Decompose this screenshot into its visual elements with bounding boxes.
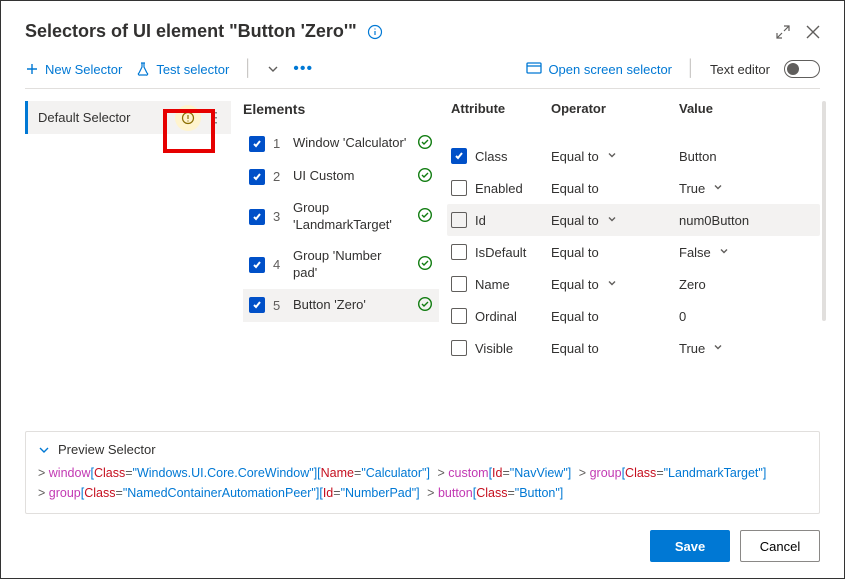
info-icon[interactable] [367, 24, 383, 40]
chevron-down-icon[interactable] [607, 278, 617, 291]
attribute-name: Enabled [475, 181, 523, 196]
selectors-sidebar: Default Selector ⋮ [25, 101, 231, 421]
attribute-row[interactable]: Class Equal to Button [447, 140, 820, 172]
element-label: Group 'Number pad' [293, 248, 409, 282]
element-index: 1 [273, 136, 285, 151]
checkbox[interactable] [451, 308, 467, 324]
toolbar-divider-2: │ [686, 60, 696, 78]
success-icon [417, 255, 433, 274]
attr-header-value: Value [679, 101, 820, 116]
new-selector-button[interactable]: New Selector [25, 62, 122, 77]
save-button[interactable]: Save [650, 530, 730, 562]
attribute-operator[interactable]: Equal to [551, 277, 599, 292]
checkbox[interactable] [451, 212, 467, 228]
preview-selector-body: > window[Class="Windows.UI.Core.CoreWind… [38, 463, 807, 503]
success-icon [417, 167, 433, 186]
attribute-name: Ordinal [475, 309, 517, 324]
element-label: Window 'Calculator' [293, 135, 409, 152]
text-editor-toggle[interactable] [784, 60, 820, 78]
expand-icon[interactable] [776, 25, 790, 39]
checkbox[interactable] [451, 340, 467, 356]
element-label: Group 'LandmarkTarget' [293, 200, 409, 234]
toolbar-divider: │ [243, 60, 253, 78]
success-icon [417, 134, 433, 153]
attribute-row[interactable]: Visible Equal to True [447, 332, 820, 364]
element-index: 2 [273, 169, 285, 184]
element-row[interactable]: 4 Group 'Number pad' [243, 241, 439, 289]
attribute-operator[interactable]: Equal to [551, 181, 599, 196]
checkbox[interactable] [451, 148, 467, 164]
checkbox[interactable] [249, 169, 265, 185]
attribute-row[interactable]: Name Equal to Zero [447, 268, 820, 300]
attribute-row[interactable]: Ordinal Equal to 0 [447, 300, 820, 332]
dialog-title: Selectors of UI element "Button 'Zero'" [25, 21, 357, 42]
element-index: 5 [273, 298, 285, 313]
element-index: 4 [273, 257, 285, 272]
attribute-value[interactable]: 0 [679, 309, 686, 324]
attribute-row[interactable]: Id Equal to num0Button [447, 204, 820, 236]
text-editor-label: Text editor [710, 62, 770, 77]
attribute-name: Id [475, 213, 486, 228]
attr-header-attribute: Attribute [447, 101, 551, 116]
checkbox[interactable] [249, 257, 265, 273]
checkbox[interactable] [451, 180, 467, 196]
attribute-value[interactable]: True [679, 181, 705, 196]
attribute-name: IsDefault [475, 245, 526, 260]
attribute-operator[interactable]: Equal to [551, 213, 599, 228]
kebab-icon[interactable]: ⋮ [209, 109, 223, 126]
test-selector-label: Test selector [156, 62, 229, 77]
open-screen-selector-button[interactable]: Open screen selector [526, 62, 672, 77]
success-icon [417, 296, 433, 315]
element-label: Button 'Zero' [293, 297, 409, 314]
new-selector-label: New Selector [45, 62, 122, 77]
checkbox[interactable] [249, 136, 265, 152]
chevron-down-icon[interactable] [713, 342, 723, 355]
sidebar-item-label: Default Selector [38, 110, 131, 125]
attribute-operator[interactable]: Equal to [551, 245, 599, 260]
chevron-down-icon[interactable] [719, 246, 729, 259]
warning-icon [175, 105, 201, 131]
attribute-value[interactable]: True [679, 341, 705, 356]
sidebar-item-default-selector[interactable]: Default Selector ⋮ [25, 101, 231, 134]
attribute-value[interactable]: False [679, 245, 711, 260]
attribute-operator[interactable]: Equal to [551, 309, 599, 324]
checkbox[interactable] [451, 244, 467, 260]
more-icon[interactable]: ••• [293, 60, 313, 78]
attribute-operator[interactable]: Equal to [551, 341, 599, 356]
chevron-down-icon[interactable] [267, 63, 279, 75]
element-row[interactable]: 5 Button 'Zero' [243, 289, 439, 322]
element-index: 3 [273, 209, 285, 224]
chevron-down-icon[interactable] [713, 182, 723, 195]
element-row[interactable]: 2 UI Custom [243, 160, 439, 193]
attribute-name: Name [475, 277, 510, 292]
attribute-value[interactable]: num0Button [679, 213, 749, 228]
checkbox[interactable] [451, 276, 467, 292]
attribute-name: Class [475, 149, 508, 164]
attribute-operator[interactable]: Equal to [551, 149, 599, 164]
checkbox[interactable] [249, 209, 265, 225]
attribute-row[interactable]: IsDefault Equal to False [447, 236, 820, 268]
attribute-value[interactable]: Button [679, 149, 717, 164]
attribute-name: Visible [475, 341, 513, 356]
success-icon [417, 207, 433, 226]
elements-heading: Elements [243, 101, 439, 117]
scrollbar[interactable] [822, 101, 826, 321]
attr-header-operator: Operator [551, 101, 679, 116]
test-selector-button[interactable]: Test selector [136, 62, 229, 77]
checkbox[interactable] [249, 297, 265, 313]
cancel-button[interactable]: Cancel [740, 530, 820, 562]
preview-selector-panel: Preview Selector > window[Class="Windows… [25, 431, 820, 514]
open-screen-selector-label: Open screen selector [548, 62, 672, 77]
attribute-row[interactable]: Enabled Equal to True [447, 172, 820, 204]
element-row[interactable]: 3 Group 'LandmarkTarget' [243, 193, 439, 241]
chevron-down-icon[interactable] [607, 214, 617, 227]
element-row[interactable]: 1 Window 'Calculator' [243, 127, 439, 160]
chevron-down-icon[interactable] [607, 150, 617, 163]
close-icon[interactable] [806, 25, 820, 39]
preview-selector-title: Preview Selector [58, 442, 156, 457]
attribute-value[interactable]: Zero [679, 277, 706, 292]
preview-selector-toggle[interactable]: Preview Selector [38, 442, 807, 457]
element-label: UI Custom [293, 168, 409, 185]
